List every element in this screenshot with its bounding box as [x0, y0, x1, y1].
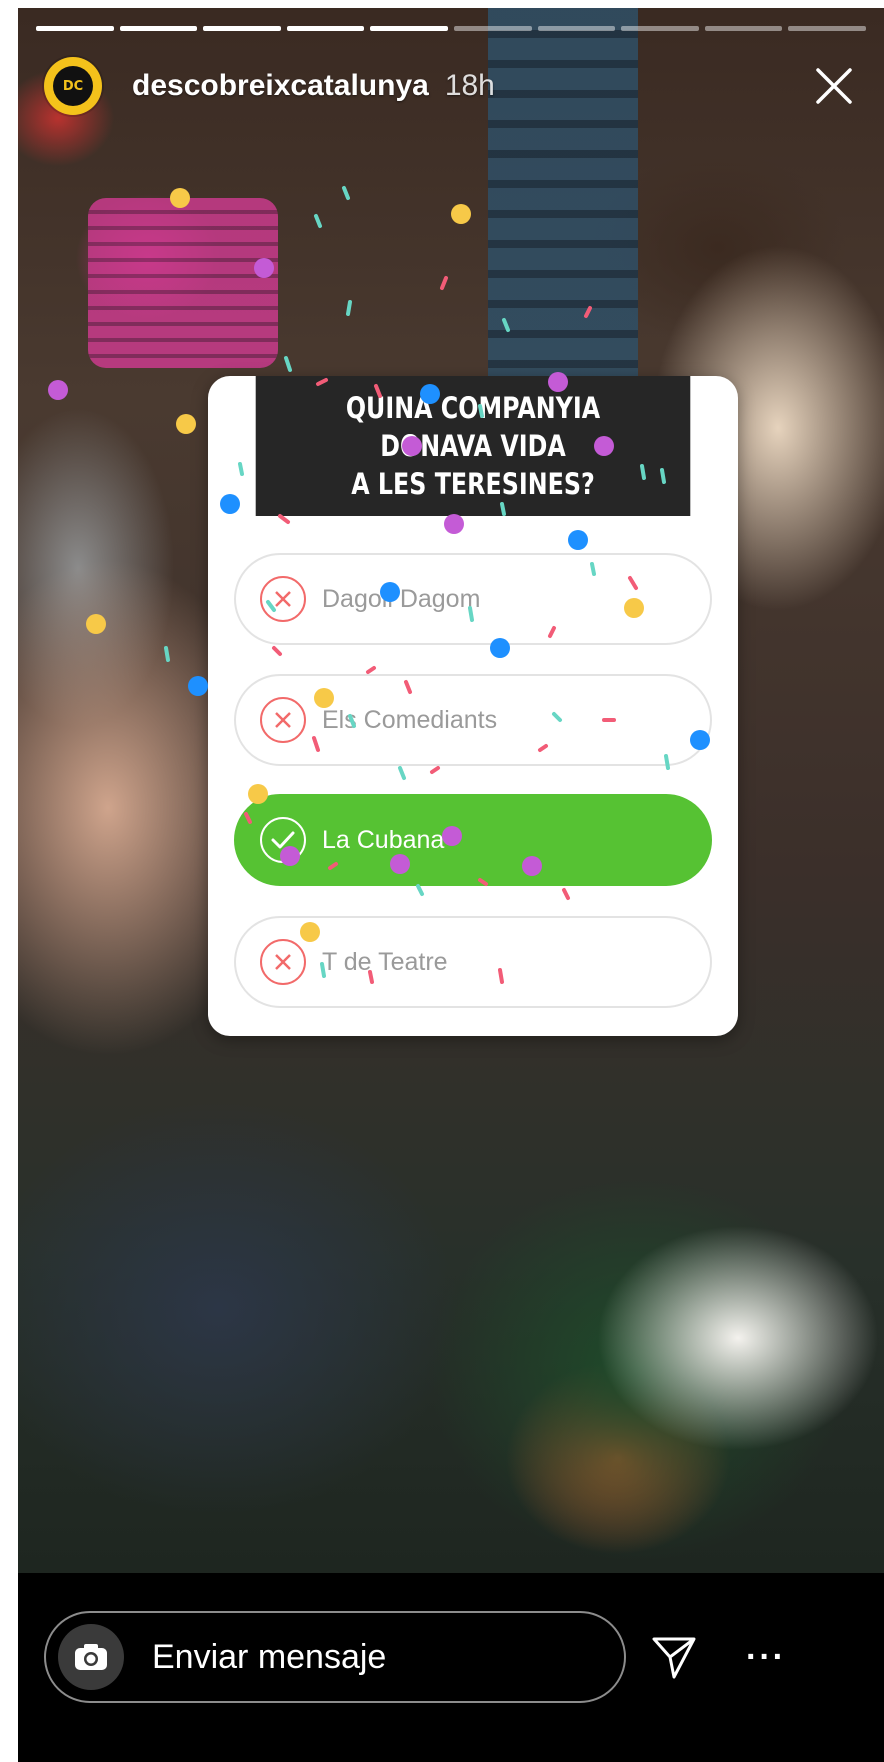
quiz-question-line: QUINA COMPANYIA DONAVA VIDA	[345, 391, 601, 463]
progress-segment	[203, 26, 281, 31]
progress-segment	[36, 26, 114, 31]
post-time: 18h	[444, 69, 495, 102]
quiz-option-label: Els Comediants	[322, 705, 498, 734]
progress-segment	[119, 26, 198, 31]
wrong-answer-icon	[260, 576, 306, 622]
quiz-question: QUINA COMPANYIA DONAVA VIDA A LES TERESI…	[255, 376, 691, 516]
progress-segment	[621, 26, 699, 31]
quiz-option-label: T de Teatre	[322, 947, 448, 976]
story-header: DC descobreixcatalunya 18h	[44, 56, 866, 116]
more-options-icon[interactable]: ···	[740, 1631, 792, 1683]
reply-bar: Enviar mensaje ···	[18, 1573, 884, 1762]
quiz-option-t-de-teatre[interactable]: T de Teatre	[234, 916, 712, 1008]
wrong-answer-icon	[260, 697, 306, 743]
username[interactable]: descobreixcatalunya	[132, 69, 429, 103]
progress-segment	[537, 26, 616, 31]
quiz-option-els-comediants[interactable]: Els Comediants	[234, 674, 712, 766]
story-viewer: DC descobreixcatalunya 18h QUINA COMPANY…	[18, 8, 884, 1762]
quiz-option-la-cubana[interactable]: La Cubana	[234, 794, 712, 886]
quiz-sticker: QUINA COMPANYIA DONAVA VIDA A LES TERESI…	[208, 376, 738, 1036]
paper-lantern	[88, 198, 278, 368]
quiz-option-dagoll-dagom[interactable]: Dagoll Dagom	[234, 553, 712, 645]
story-progress-bar	[36, 26, 866, 31]
progress-segment	[286, 26, 365, 31]
quiz-option-label: La Cubana	[322, 825, 445, 854]
progress-segment	[453, 26, 532, 31]
wrong-answer-icon	[260, 939, 306, 985]
progress-segment	[704, 26, 783, 31]
descobreix-catalunya-logo: DC	[53, 66, 93, 106]
close-icon[interactable]	[810, 62, 858, 110]
avatar[interactable]: DC	[44, 57, 102, 115]
message-input[interactable]: Enviar mensaje	[44, 1611, 626, 1703]
send-icon[interactable]	[648, 1631, 700, 1683]
message-placeholder: Enviar mensaje	[152, 1637, 387, 1676]
progress-segment	[370, 26, 448, 31]
camera-icon[interactable]	[58, 1624, 124, 1690]
quiz-question-line: A LES TERESINES?	[351, 467, 595, 501]
progress-segment	[788, 26, 866, 31]
correct-answer-icon	[260, 817, 306, 863]
quiz-option-label: Dagoll Dagom	[322, 584, 481, 613]
